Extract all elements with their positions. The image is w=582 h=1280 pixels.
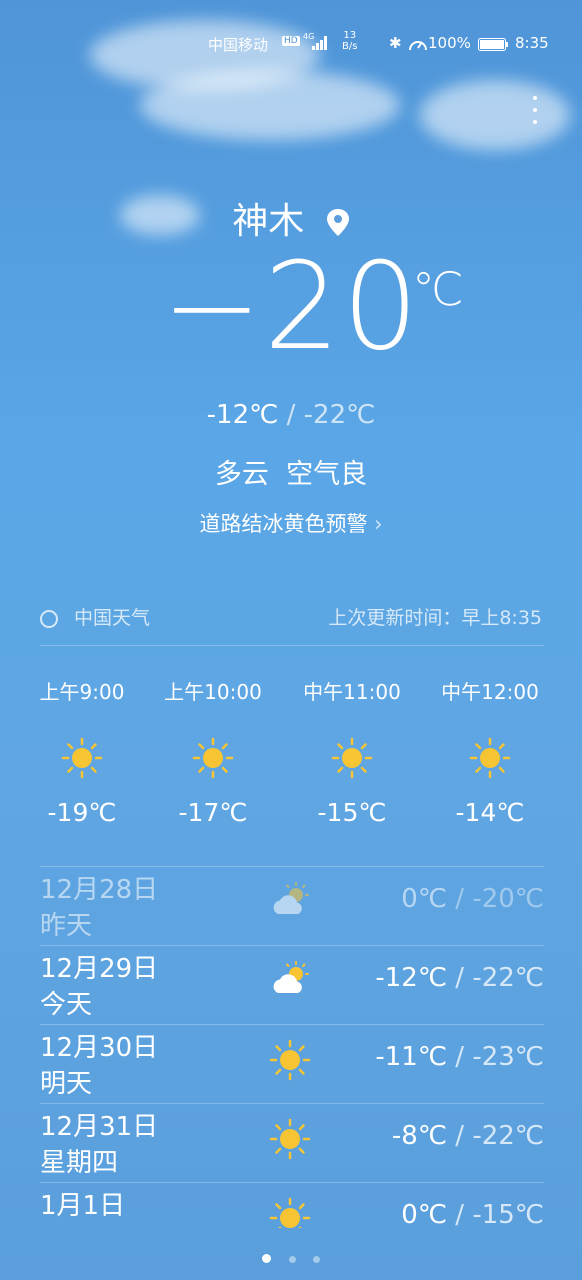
hour-temperature: -15℃	[317, 798, 387, 827]
day-date: 12月30日	[40, 1033, 159, 1063]
hourly-item: 上午9:00 -19℃	[17, 676, 147, 827]
sun-icon	[268, 1117, 312, 1161]
battery-icon	[478, 38, 508, 51]
day-label: 明天	[40, 1069, 93, 1099]
page-dot[interactable]	[312, 1256, 320, 1263]
source-label: 中国天气	[40, 603, 150, 630]
carrier-name: 中国移动	[208, 36, 269, 54]
today-range: -12℃ / -22℃	[206, 400, 376, 430]
day-date: 12月28日	[40, 875, 159, 905]
hourly-item: 上午10:00 -17℃	[148, 676, 278, 827]
china-weather-logo-icon	[40, 609, 58, 628]
sun-icon	[148, 736, 278, 792]
hour-time: 上午9:00	[39, 680, 125, 704]
bluetooth-icon: ✱	[389, 34, 402, 52]
location-pin-icon	[326, 209, 349, 236]
daily-row[interactable]: 12月31日 星期四 -8℃ / -22℃	[40, 1105, 544, 1183]
day-label: 今天	[40, 990, 93, 1020]
divider	[40, 1103, 544, 1104]
weather-alert-text: 道路结冰黄色预警	[199, 512, 368, 536]
day-high: -8℃	[391, 1121, 448, 1151]
day-date: 1月1日	[40, 1191, 126, 1221]
hour-temperature: -17℃	[178, 798, 248, 827]
page-dot-active[interactable]	[262, 1254, 272, 1263]
day-low: -22℃	[472, 1121, 544, 1151]
day-high: 0℃	[401, 884, 448, 914]
day-low: -23℃	[472, 1042, 544, 1072]
clock: 8:35	[515, 34, 549, 52]
temperature-unit: ℃	[412, 262, 464, 316]
background-cloud	[140, 70, 400, 140]
hourly-item: 中午11:00 -15℃	[287, 676, 417, 827]
day-high: -11℃	[375, 1042, 448, 1072]
status-bar: 中国移动 HD 4G 13 B/s ✱ 100% 8:35	[0, 30, 582, 58]
day-date: 12月29日	[40, 954, 159, 984]
hour-time: 中午12:00	[441, 680, 539, 704]
signal-icon	[312, 36, 327, 50]
last-updated: 上次更新时间：早上8:35	[328, 607, 542, 629]
sun-icon	[17, 736, 147, 792]
city-header[interactable]: 神木	[0, 192, 582, 244]
page-dot[interactable]	[288, 1256, 296, 1263]
day-high: 0℃	[401, 1200, 448, 1228]
page-indicator[interactable]	[0, 1248, 582, 1267]
divider	[40, 866, 544, 867]
day-high: -12℃	[375, 963, 448, 993]
hour-temperature: -14℃	[455, 798, 525, 827]
partly-cloudy-icon	[268, 959, 312, 1003]
chevron-right-icon: ›	[374, 512, 383, 536]
daily-row[interactable]: 12月29日 今天 -12℃ / -22℃	[40, 947, 544, 1025]
hour-time: 中午11:00	[303, 680, 401, 704]
sun-icon	[425, 736, 555, 792]
daily-row[interactable]: 1月1日 0℃ / -15℃	[40, 1184, 544, 1228]
day-label: 昨天	[40, 911, 93, 941]
speedometer-icon	[409, 41, 427, 51]
day-date: 12月31日	[40, 1112, 159, 1142]
battery-percent: 100%	[428, 34, 471, 52]
today-high: -12℃	[206, 400, 279, 430]
daily-row[interactable]: 12月30日 明天 -11℃ / -23℃	[40, 1026, 544, 1104]
sun-icon	[287, 736, 417, 792]
partly-cloudy-icon	[268, 880, 312, 924]
hour-temperature: -19℃	[47, 798, 117, 827]
more-menu-button[interactable]	[525, 96, 545, 136]
divider	[40, 1024, 544, 1025]
hour-time: 上午10:00	[164, 680, 262, 704]
network-speed-unit: B/s	[342, 41, 358, 52]
condition-text: 多云 空气良	[214, 459, 368, 490]
day-low: -22℃	[472, 963, 544, 993]
sun-icon	[268, 1038, 312, 1082]
divider	[40, 945, 544, 946]
sun-icon	[268, 1196, 312, 1228]
weather-alert-link[interactable]: 道路结冰黄色预警 ›	[0, 508, 582, 538]
today-low: -22℃	[303, 400, 376, 430]
divider	[40, 1182, 544, 1183]
current-temperature: −20	[161, 238, 421, 377]
daily-row[interactable]: 12月28日 昨天 0℃ / -20℃	[40, 868, 544, 946]
background-cloud	[420, 80, 570, 150]
day-low: -20℃	[472, 884, 544, 914]
network-speed: 13	[343, 30, 357, 41]
city-name: 神木	[232, 201, 305, 242]
day-label: 星期四	[40, 1148, 119, 1178]
source-name: 中国天气	[74, 607, 151, 629]
divider	[40, 645, 544, 646]
hd-badge: HD	[282, 36, 300, 46]
hourly-item: 中午12:00 -14℃	[425, 676, 555, 827]
day-low: -15℃	[472, 1200, 544, 1228]
